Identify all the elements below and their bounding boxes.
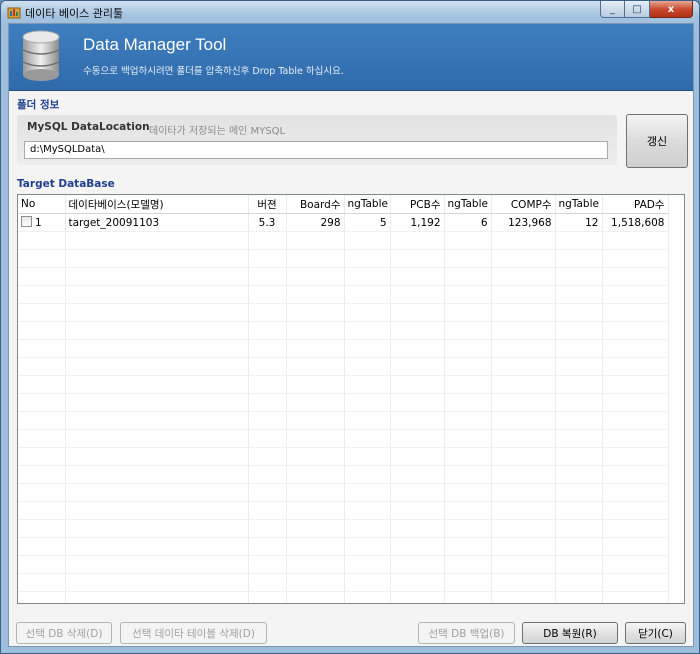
app-icon [7,7,21,19]
database-table: No 데이타베이스(모델명) 버젼 Board수 ngTable PCB수 ng… [18,195,669,603]
empty-row [18,519,669,538]
empty-row [18,555,669,574]
mysql-location-hint: 데이타가 저장되는 메인 MYSQL [149,126,286,137]
empty-row [18,267,669,286]
minimize-icon: _ [610,3,615,15]
database-grid[interactable]: No 데이타베이스(모델명) 버젼 Board수 ngTable PCB수 ng… [17,194,685,604]
target-database-label: Target DataBase [17,178,115,190]
empty-row [18,483,669,502]
client-area: Data Manager Tool 수동으로 백업하시려면 폴더를 압축하신후 … [8,23,694,647]
mysql-location-label: MySQL DataLocation [27,121,150,133]
empty-row [18,465,669,484]
header-title: Data Manager Tool [83,35,227,54]
row-no: 1 [35,217,42,229]
mysql-path-input[interactable]: d:\MySQLData\ [24,141,608,159]
col-header-pad[interactable]: PAD수 [602,195,669,214]
folder-info-label: 폴더 정보 [17,99,60,111]
restore-db-button[interactable]: DB 복원(R) [522,622,618,644]
empty-row [18,231,669,250]
empty-row [18,285,669,304]
col-header-db-name[interactable]: 데이타베이스(모델명) [65,195,249,214]
close-window-button[interactable]: x [650,1,693,18]
empty-row [18,591,669,603]
table-row[interactable]: 1 target_20091103 5.3 298 5 1,192 6 123,… [18,213,669,232]
col-header-ngtable-3[interactable]: ngTable [555,195,603,214]
col-header-pcb[interactable]: PCB수 [390,195,445,214]
title-bar[interactable]: 데이타 베이스 관리툴 _ □ x [1,1,699,23]
header-banner: Data Manager Tool 수동으로 백업하시려면 폴더를 압축하신후 … [9,24,693,91]
empty-row [18,429,669,448]
empty-row [18,357,669,376]
maximize-icon: □ [632,3,642,15]
caption-buttons: _ □ x [600,1,693,19]
database-icon [22,30,60,81]
row-ngtable-1: 5 [344,213,391,232]
row-ngtable-3: 12 [555,213,603,232]
bottom-button-bar: 선택 DB 삭제(D) 선택 데이타 테이블 삭제(D) 선택 DB 백업(B)… [9,614,693,646]
row-comp: 123,968 [491,213,556,232]
empty-row [18,447,669,466]
minimize-button[interactable]: _ [600,1,625,18]
grid-header-row: No 데이타베이스(모델명) 버젼 Board수 ngTable PCB수 ng… [18,195,669,214]
row-no-cell: 1 [18,213,66,232]
close-button[interactable]: 닫기(C) [625,622,686,644]
empty-row [18,501,669,520]
app-window: 데이타 베이스 관리툴 _ □ x Data Manager Tool 수동으로… [0,0,700,654]
col-header-ngtable-2[interactable]: ngTable [444,195,492,214]
row-pad: 1,518,608 [602,213,669,232]
empty-row [18,573,669,592]
backup-db-button[interactable]: 선택 DB 백업(B) [418,622,515,644]
row-pcb: 1,192 [390,213,445,232]
refresh-button[interactable]: 갱신 [626,114,688,168]
col-header-comp[interactable]: COMP수 [491,195,556,214]
col-header-ngtable-1[interactable]: ngTable [344,195,391,214]
empty-row [18,339,669,358]
empty-row [18,537,669,556]
header-subtitle: 수동으로 백업하시려면 폴더를 압축하신후 Drop Table 하십시요. [83,66,344,77]
empty-row [18,303,669,322]
empty-row [18,321,669,340]
close-icon: x [667,3,675,15]
delete-table-button[interactable]: 선택 데이타 테이블 삭제(D) [120,622,267,644]
col-header-no[interactable]: No [18,195,66,214]
col-header-version[interactable]: 버젼 [248,195,287,214]
row-ngtable-2: 6 [444,213,492,232]
row-version: 5.3 [248,213,287,232]
row-checkbox[interactable] [21,216,32,227]
row-boards: 298 [286,213,345,232]
row-db-name: target_20091103 [65,213,249,232]
col-header-boards[interactable]: Board수 [286,195,345,214]
empty-row [18,393,669,412]
empty-row [18,249,669,268]
maximize-button[interactable]: □ [625,1,650,18]
window-title: 데이타 베이스 관리툴 [25,7,124,20]
delete-db-button[interactable]: 선택 DB 삭제(D) [16,622,112,644]
empty-row [18,375,669,394]
empty-row [18,411,669,430]
